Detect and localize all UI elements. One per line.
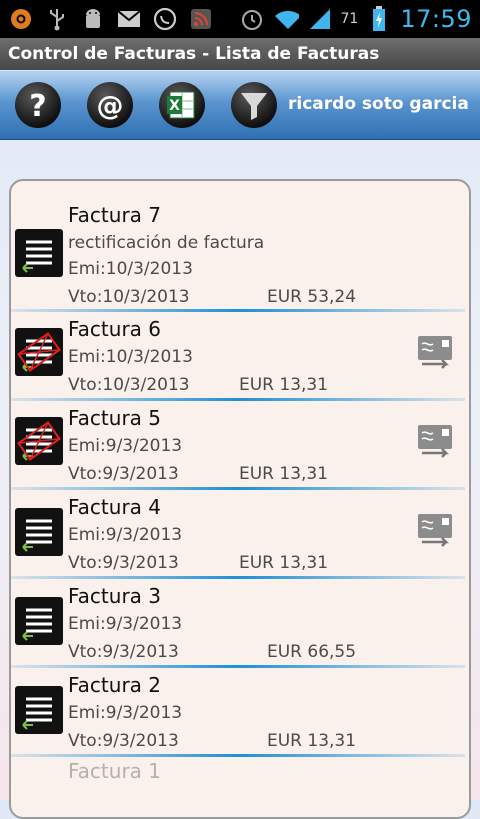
alarm-icon	[239, 6, 265, 32]
rss-icon	[188, 6, 214, 32]
filter-icon	[231, 82, 277, 128]
list-item[interactable]: Factura 7 rectificación de factura Emi:1…	[11, 181, 469, 309]
invoice-amount: EUR 13,31	[239, 553, 329, 573]
email-button[interactable]: @	[86, 81, 134, 129]
invoice-due-date: Vto:10/3/2013	[68, 287, 190, 307]
invoice-amount: EUR 13,31	[267, 731, 357, 751]
invoice-due-date: Vto:9/3/2013	[68, 731, 179, 751]
invoice-issue-date: Emi:10/3/2013	[68, 259, 193, 279]
transfer-icon[interactable]	[416, 423, 456, 461]
invoice-issue-date: Emi:9/3/2013	[68, 436, 183, 456]
list-item[interactable]: Factura 5 Emi:9/3/2013 Vto:9/3/2013 EUR …	[11, 401, 469, 487]
transfer-icon[interactable]	[416, 334, 456, 372]
invoice-title: Factura 4	[68, 495, 161, 519]
invoice-due-date: Vto:9/3/2013	[68, 642, 179, 662]
invoice-icon	[15, 508, 63, 556]
invoice-title: Factura 5	[68, 406, 161, 430]
filter-button[interactable]	[230, 81, 278, 129]
toolbar: ? @ X ricardo soto garcia	[0, 70, 480, 140]
transfer-icon[interactable]	[416, 512, 456, 550]
list-item[interactable]: Factura 6 Emi:10/3/2013 Vto:10/3/2013 EU…	[11, 312, 469, 398]
whatsapp-icon	[152, 6, 178, 32]
app-title: Control de Facturas - Lista de Facturas	[0, 38, 480, 70]
invoice-due-date: Vto:9/3/2013	[68, 464, 179, 484]
svg-text:?: ?	[29, 89, 46, 124]
invoice-cancelled-icon	[15, 417, 63, 465]
email-icon: @	[87, 82, 133, 128]
invoice-cancelled-icon	[15, 328, 63, 376]
invoice-list[interactable]: Factura 7 rectificación de factura Emi:1…	[9, 179, 471, 819]
list-item[interactable]: Factura 4 Emi:9/3/2013 Vto:9/3/2013 EUR …	[11, 490, 469, 576]
invoice-due-date: Vto:9/3/2013	[68, 553, 179, 573]
svg-text:@: @	[97, 91, 124, 122]
invoice-issue-date: Emi:9/3/2013	[68, 614, 183, 634]
invoice-icon	[15, 229, 63, 277]
usb-icon	[44, 6, 70, 32]
list-item[interactable]: Factura 2 Emi:9/3/2013 Vto:9/3/2013 EUR …	[11, 668, 469, 754]
battery-level: 71	[340, 11, 359, 27]
invoice-issue-date: Emi:9/3/2013	[68, 703, 183, 723]
svg-text:X: X	[169, 98, 180, 114]
invoice-amount: EUR 13,31	[239, 464, 329, 484]
invoice-title: Factura 2	[68, 673, 161, 697]
help-button[interactable]: ?	[14, 81, 62, 129]
invoice-note: rectificación de factura	[68, 233, 265, 253]
invoice-title: Factura 7	[68, 203, 161, 227]
battery-charging-icon	[366, 6, 392, 32]
list-item[interactable]: Factura 3 Emi:9/3/2013 Vto:9/3/2013 EUR …	[11, 579, 469, 665]
excel-icon: X	[159, 82, 205, 128]
export-excel-button[interactable]: X	[158, 81, 206, 129]
clock: 17:59	[400, 5, 472, 33]
help-icon: ?	[15, 82, 61, 128]
status-bar: 71 17:59	[0, 0, 480, 38]
invoice-icon	[15, 597, 63, 645]
signal-icon	[307, 6, 333, 32]
invoice-due-date: Vto:10/3/2013	[68, 375, 190, 395]
android-debug-icon	[80, 6, 106, 32]
invoice-title: Factura 3	[68, 584, 161, 608]
wifi-icon	[273, 6, 299, 32]
ubuntu-one-icon	[8, 6, 34, 32]
row-separator	[11, 754, 465, 757]
gmail-icon	[116, 6, 142, 32]
user-name: ricardo soto garcia	[288, 94, 469, 114]
invoice-amount: EUR 13,31	[239, 375, 329, 395]
invoice-amount: EUR 66,55	[267, 642, 357, 662]
invoice-issue-date: Emi:10/3/2013	[68, 347, 193, 367]
invoice-amount: EUR 53,24	[267, 287, 357, 307]
invoice-icon	[15, 686, 63, 734]
partial-list-item[interactable]: Factura 1	[68, 759, 161, 783]
invoice-issue-date: Emi:9/3/2013	[68, 525, 183, 545]
invoice-title: Factura 6	[68, 317, 161, 341]
